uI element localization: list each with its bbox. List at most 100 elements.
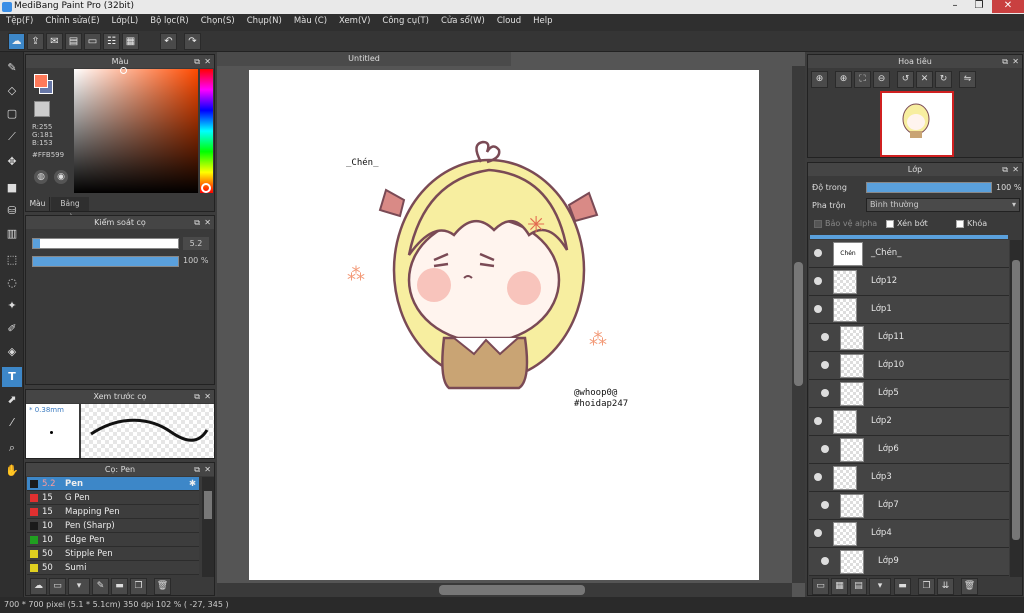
layer-row[interactable]: Lớp4: [809, 520, 1009, 548]
new-layer-icon[interactable]: ▭: [812, 578, 829, 595]
select-pen-tool-icon[interactable]: ✐: [2, 319, 22, 339]
canvas-text-name[interactable]: _Chén_: [346, 158, 379, 168]
detach-icon[interactable]: ⧉: [194, 463, 200, 476]
zoom-actual-icon[interactable]: ⊕: [811, 71, 828, 88]
select-eraser-tool-icon[interactable]: ◈: [2, 342, 22, 362]
clipping-checkbox[interactable]: Xén bớt: [886, 219, 928, 228]
color-picker-cursor[interactable]: [120, 67, 127, 74]
color-picker-field[interactable]: [74, 69, 198, 193]
brush-size-slider[interactable]: [32, 238, 179, 249]
fill-rect-tool-icon[interactable]: ■: [2, 178, 22, 198]
upload-icon[interactable]: ⇪: [27, 33, 44, 50]
maximize-button[interactable]: ❐: [968, 0, 990, 13]
layer-row[interactable]: Lớp2: [809, 408, 1009, 436]
scrollbar-thumb[interactable]: [1012, 260, 1020, 540]
menu-window[interactable]: Cửa sổ(W): [435, 14, 491, 28]
folder-icon[interactable]: ▬: [894, 578, 911, 595]
flip-icon[interactable]: ⇋: [959, 71, 976, 88]
layer-row[interactable]: Chén _Chén_: [809, 240, 1009, 268]
canvas-vertical-scrollbar[interactable]: [792, 66, 805, 583]
hand-tool-icon[interactable]: ✋: [2, 461, 22, 481]
visibility-icon[interactable]: [814, 529, 822, 537]
close-button[interactable]: ✕: [992, 0, 1024, 13]
duplicate-layer-icon[interactable]: ❐: [918, 578, 935, 595]
menu-layer[interactable]: Lớp(L): [106, 14, 145, 28]
detach-icon[interactable]: ⧉: [194, 216, 200, 229]
bucket-tool-icon[interactable]: ⛁: [2, 201, 22, 221]
menu-edit[interactable]: Chỉnh sửa(E): [39, 14, 105, 28]
tab-palette[interactable]: Bảng màu: [51, 197, 89, 222]
visibility-icon[interactable]: [814, 277, 822, 285]
layer-row[interactable]: Lớp5: [809, 380, 1009, 408]
reset-rotate-icon[interactable]: ✕: [916, 71, 933, 88]
new-halftone-layer-icon[interactable]: ▦: [831, 578, 848, 595]
visibility-icon[interactable]: [821, 389, 829, 397]
canvas-area[interactable]: Untitled ✳ ⁂ ⁂ _Chén_ @whoop0@ #hoidap24…: [217, 52, 805, 597]
visibility-icon[interactable]: [814, 417, 822, 425]
undo-icon[interactable]: ↶: [160, 33, 177, 50]
visibility-icon[interactable]: [821, 361, 829, 369]
brush-opacity-slider[interactable]: [32, 256, 179, 267]
zoom-in-icon[interactable]: ⊕: [835, 71, 852, 88]
folder-icon[interactable]: ▬: [111, 578, 128, 595]
gear-icon[interactable]: ✱: [189, 477, 196, 491]
scrollbar-thumb[interactable]: [439, 585, 585, 595]
trash-icon[interactable]: 🗑: [154, 578, 171, 595]
visibility-icon[interactable]: [814, 473, 822, 481]
brush-item-pen-sharp[interactable]: 10 Pen (Sharp): [27, 519, 199, 533]
hue-slider[interactable]: [200, 69, 213, 193]
comment-icon[interactable]: ✉: [46, 33, 63, 50]
color-wheel-icon[interactable]: ◍: [34, 170, 48, 184]
select-tool-icon[interactable]: ⬚: [2, 250, 22, 270]
gradient-tool-icon[interactable]: ▥: [2, 224, 22, 244]
menu-file[interactable]: Tệp(F): [0, 14, 39, 28]
scrollbar-thumb[interactable]: [204, 491, 212, 519]
message-icon[interactable]: ▤: [65, 33, 82, 50]
layer-row[interactable]: Lớp7: [809, 492, 1009, 520]
zoom-out-icon[interactable]: ⊖: [873, 71, 890, 88]
rectangle-tool-icon[interactable]: ▢: [2, 104, 22, 124]
canvas-text-signature[interactable]: @whoop0@: [574, 388, 617, 398]
close-panel-icon[interactable]: ✕: [204, 463, 211, 476]
visibility-icon[interactable]: [821, 501, 829, 509]
document-icon[interactable]: ▭: [84, 33, 101, 50]
lasso-tool-icon[interactable]: ◌: [2, 273, 22, 293]
duplicate-icon[interactable]: ❐: [130, 578, 147, 595]
close-panel-icon[interactable]: ✕: [1012, 163, 1019, 176]
line-tool-icon[interactable]: ⟋: [2, 127, 22, 147]
eyedropper-tool-icon[interactable]: ⌕: [2, 438, 22, 458]
add-layer-menu-icon[interactable]: ▾: [869, 578, 891, 595]
visibility-icon[interactable]: [814, 249, 822, 257]
list-icon[interactable]: ☷: [103, 33, 120, 50]
magic-wand-tool-icon[interactable]: ✦: [2, 296, 22, 316]
rotate-right-icon[interactable]: ↻: [935, 71, 952, 88]
tab-color[interactable]: Màu: [26, 197, 50, 211]
palette-icon[interactable]: ◉: [54, 170, 68, 184]
scrollbar-thumb[interactable]: [794, 262, 803, 386]
brush-item-stipple-pen[interactable]: 50 Stipple Pen: [27, 547, 199, 561]
lock-checkbox[interactable]: Khóa: [956, 219, 987, 228]
layer-row[interactable]: Lớp12: [809, 268, 1009, 296]
menu-select[interactable]: Chọn(S): [195, 14, 241, 28]
visibility-icon[interactable]: [821, 333, 829, 341]
foreground-color-swatch[interactable]: [34, 74, 48, 88]
cloud-icon[interactable]: ☁: [8, 33, 25, 50]
rotate-left-icon[interactable]: ↺: [897, 71, 914, 88]
layer-row[interactable]: Lớp11: [809, 324, 1009, 352]
move-tool-icon[interactable]: ✥: [2, 152, 22, 172]
hue-slider-handle[interactable]: [201, 183, 211, 193]
text-tool-icon[interactable]: T: [2, 367, 22, 387]
protect-alpha-checkbox[interactable]: Bảo vệ alpha: [814, 219, 877, 228]
layer-list-scrollbar[interactable]: [1010, 240, 1022, 577]
fit-icon[interactable]: ⛶: [854, 71, 871, 88]
menu-filter[interactable]: Bộ lọc(R): [144, 14, 195, 28]
detach-icon[interactable]: ⧉: [1002, 55, 1008, 68]
grid-icon[interactable]: ▦: [122, 33, 139, 50]
navigator-thumbnail[interactable]: [880, 91, 954, 157]
add-brush-icon[interactable]: ▭: [49, 578, 66, 595]
menu-color[interactable]: Màu (C): [288, 14, 333, 28]
new-1bit-layer-icon[interactable]: ▤: [850, 578, 867, 595]
redo-icon[interactable]: ↷: [184, 33, 201, 50]
layer-row[interactable]: Lớp1: [809, 296, 1009, 324]
menu-view[interactable]: Xem(V): [333, 14, 376, 28]
